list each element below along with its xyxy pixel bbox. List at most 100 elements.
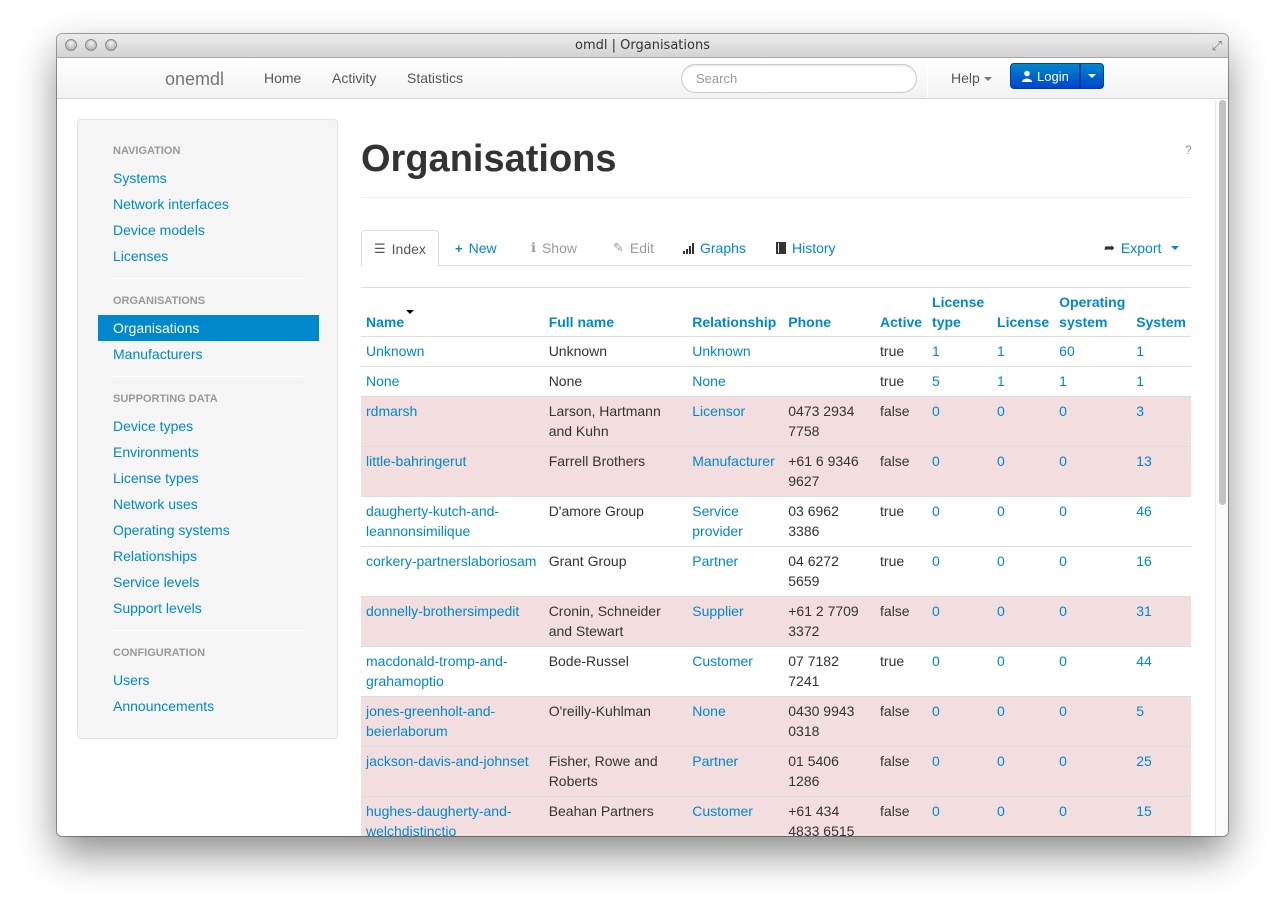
cell-name[interactable]: jones-greenholt-and-beierlaborum [361,696,544,747]
cell-operating-system[interactable]: 60 [1054,336,1132,367]
cell-name[interactable]: Unknown [361,336,544,367]
column-header-relationship[interactable]: Relationship [687,287,784,337]
sidebar-item-operating-systems[interactable]: Operating systems [113,522,230,538]
cell-license[interactable]: 0 [992,646,1055,697]
vertical-scrollbar[interactable] [1215,100,1228,836]
tab-show[interactable]: ℹ Show [531,230,577,266]
cell-license-type[interactable]: 0 [927,596,993,647]
cell-operating-system[interactable]: 0 [1054,796,1132,836]
sidebar-item-organisations[interactable]: Organisations [98,315,319,341]
scrollbar-thumb[interactable] [1219,100,1226,505]
column-header-license[interactable]: License [992,287,1055,337]
column-header-name[interactable]: Name [361,287,544,337]
cell-operating-system[interactable]: 0 [1054,396,1132,447]
cell-license[interactable]: 0 [992,796,1055,836]
cell-system[interactable]: 3 [1131,396,1191,447]
nav-home[interactable]: Home [264,70,301,86]
login-dropdown-toggle[interactable] [1079,63,1104,89]
help-link[interactable]: ? [1185,143,1192,157]
cell-license[interactable]: 0 [992,396,1055,447]
sidebar-item-systems[interactable]: Systems [113,170,167,186]
cell-relationship[interactable]: Customer [687,646,784,697]
cell-license-type[interactable]: 0 [927,796,993,836]
cell-relationship[interactable]: Partner [687,746,784,797]
cell-license[interactable]: 0 [992,446,1055,497]
cell-license-type[interactable]: 1 [927,336,993,367]
cell-license-type[interactable]: 0 [927,646,993,697]
column-header-full-name[interactable]: Full name [543,287,688,337]
cell-operating-system[interactable]: 0 [1054,696,1132,747]
cell-license[interactable]: 0 [992,696,1055,747]
sidebar-item-manufacturers[interactable]: Manufacturers [113,346,202,362]
cell-license-type[interactable]: 0 [927,446,993,497]
cell-operating-system[interactable]: 0 [1054,546,1132,597]
cell-name[interactable]: None [361,366,544,397]
search-input[interactable] [681,64,917,93]
sidebar-item-relationships[interactable]: Relationships [113,548,197,564]
column-header-operating-system[interactable]: Operating system [1054,287,1132,337]
sidebar-item-announcements[interactable]: Announcements [113,698,214,714]
cell-relationship[interactable]: Partner [687,546,784,597]
cell-system[interactable]: 46 [1131,496,1191,547]
cell-relationship[interactable]: None [687,366,784,397]
column-header-license-type[interactable]: License type [927,287,993,337]
cell-name[interactable]: hughes-daugherty-and-welchdistinctio [361,796,544,836]
cell-relationship[interactable]: Service provider [687,496,784,547]
login-button[interactable]: Login [1010,63,1080,89]
sidebar-item-licenses[interactable]: Licenses [113,248,168,264]
cell-system[interactable]: 44 [1131,646,1191,697]
cell-license-type[interactable]: 5 [927,366,993,397]
brand-logo[interactable]: onemdl [165,69,224,90]
cell-license-type[interactable]: 0 [927,546,993,597]
cell-name[interactable]: jackson-davis-and-johnset [361,746,544,797]
tab-export[interactable]: ➦ Export [1104,230,1180,266]
cell-operating-system[interactable]: 0 [1054,496,1132,547]
sidebar-item-environments[interactable]: Environments [113,444,199,460]
tab-history[interactable]: History [776,230,836,266]
cell-license[interactable]: 0 [992,596,1055,647]
cell-name[interactable]: daugherty-kutch-and-leannonsimilique [361,496,544,547]
cell-operating-system[interactable]: 1 [1054,366,1132,397]
nav-statistics[interactable]: Statistics [407,70,463,86]
cell-license-type[interactable]: 0 [927,696,993,747]
column-header-phone[interactable]: Phone [783,287,876,337]
nav-activity[interactable]: Activity [332,70,376,86]
column-header-system[interactable]: System [1131,287,1191,337]
cell-system[interactable]: 1 [1131,366,1191,397]
sidebar-item-support-levels[interactable]: Support levels [113,600,202,616]
cell-name[interactable]: corkery-partnerslaboriosam [361,546,544,597]
cell-name[interactable]: rdmarsh [361,396,544,447]
cell-relationship[interactable]: Unknown [687,336,784,367]
cell-operating-system[interactable]: 0 [1054,646,1132,697]
sidebar-item-device-models[interactable]: Device models [113,222,205,238]
cell-operating-system[interactable]: 0 [1054,596,1132,647]
cell-operating-system[interactable]: 0 [1054,746,1132,797]
sidebar-item-network-interfaces[interactable]: Network interfaces [113,196,229,212]
cell-system[interactable]: 5 [1131,696,1191,747]
cell-operating-system[interactable]: 0 [1054,446,1132,497]
cell-relationship[interactable]: Licensor [687,396,784,447]
tab-edit[interactable]: ✎ Edit [613,230,654,266]
cell-license[interactable]: 0 [992,546,1055,597]
cell-relationship[interactable]: Customer [687,796,784,836]
sidebar-item-users[interactable]: Users [113,672,150,688]
cell-system[interactable]: 15 [1131,796,1191,836]
sidebar-item-network-uses[interactable]: Network uses [113,496,198,512]
cell-name[interactable]: macdonald-tromp-and-grahamoptio [361,646,544,697]
fullscreen-icon[interactable]: ⤢ [1212,38,1222,54]
cell-license[interactable]: 1 [992,366,1055,397]
tab-index[interactable]: ☰ Index [361,230,439,267]
cell-license-type[interactable]: 0 [927,496,993,547]
cell-system[interactable]: 1 [1131,336,1191,367]
cell-license-type[interactable]: 0 [927,396,993,447]
column-header-active[interactable]: Active [875,287,928,337]
cell-license-type[interactable]: 0 [927,746,993,797]
help-menu[interactable]: Help [951,70,992,86]
cell-license[interactable]: 1 [992,336,1055,367]
cell-system[interactable]: 31 [1131,596,1191,647]
cell-relationship[interactable]: Supplier [687,596,784,647]
cell-name[interactable]: little-bahringerut [361,446,544,497]
sidebar-item-device-types[interactable]: Device types [113,418,193,434]
cell-name[interactable]: donnelly-brothersimpedit [361,596,544,647]
sidebar-item-license-types[interactable]: License types [113,470,199,486]
